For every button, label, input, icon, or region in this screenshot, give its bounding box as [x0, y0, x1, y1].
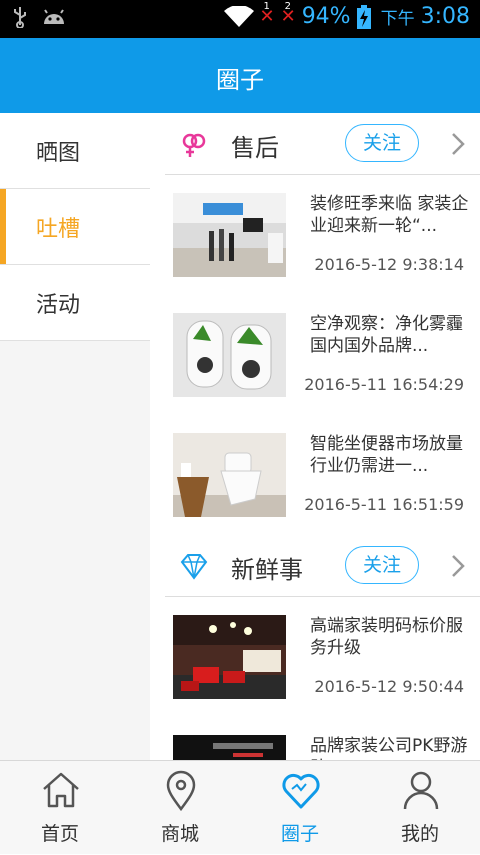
diamond-icon — [180, 554, 208, 580]
article-title: 品牌家装公司PK野游队 — [310, 736, 468, 760]
usb-icon — [14, 7, 26, 28]
category-sidebar: 晒图 吐槽 活动 — [0, 113, 150, 760]
article-time: 2016-5-11 16:54:29 — [304, 375, 464, 394]
section-title: 售后 — [231, 134, 279, 162]
article-item[interactable]: 高端家装明码标价服务升级 2016-5-12 9:50:44 — [150, 597, 480, 717]
article-title: 空净观察：净化雾霾国内国外品牌... — [310, 314, 463, 356]
article-item[interactable]: 空净观察：净化雾霾国内国外品牌... 2016-5-11 16:54:29 — [150, 295, 480, 415]
tab-label: 我的 — [400, 823, 439, 845]
sidebar-item-shaitu[interactable]: 晒图 — [0, 113, 150, 189]
gender-symbol-icon — [182, 133, 206, 157]
tab-mall[interactable]: 商城 — [120, 761, 240, 855]
article-title: 高端家装明码标价服务升级 — [310, 616, 463, 658]
article-title: 装修旺季来临 家装企业迎来新一轮“... — [310, 194, 469, 236]
sidebar-item-label: 活动 — [36, 292, 81, 318]
article-time: 2016-5-11 16:51:59 — [304, 495, 464, 514]
section-title: 新鲜事 — [231, 556, 303, 584]
heart-icon — [282, 773, 320, 809]
tab-circle[interactable]: 圈子 — [240, 761, 360, 855]
article-thumbnail — [173, 615, 286, 699]
article-item[interactable]: 品牌家装公司PK野游队 — [150, 717, 480, 760]
home-icon — [43, 772, 79, 808]
chevron-right-icon[interactable] — [450, 553, 466, 579]
status-bar: ✕ 1 ✕ 2 94% 下午 3:08 — [0, 0, 480, 38]
battery-percent: 94% — [301, 4, 351, 29]
page-title: 圈子 — [216, 66, 264, 94]
sim1-no-signal-icon: ✕ 1 — [259, 0, 275, 27]
follow-button[interactable]: 关注 — [345, 546, 419, 584]
location-pin-icon — [166, 770, 196, 811]
title-bar: 圈子 — [0, 38, 480, 113]
android-icon — [44, 9, 64, 24]
tab-label: 商城 — [160, 823, 199, 845]
clock: 3:08 — [420, 4, 470, 29]
chevron-right-icon[interactable] — [450, 131, 466, 157]
sidebar-item-label: 吐槽 — [36, 216, 81, 242]
tab-label: 圈子 — [280, 823, 319, 845]
follow-button[interactable]: 关注 — [345, 124, 419, 162]
tab-home[interactable]: 首页 — [0, 761, 120, 855]
section-header-xinxianshi: 新鲜事 关注 — [165, 535, 480, 597]
content-list[interactable]: 售后 关注 装修旺季来临 家装企业迎来新一轮“... 2016-5-12 9:3… — [150, 113, 480, 760]
article-title: 智能坐便器市场放量 行业仍需进一... — [310, 434, 463, 476]
article-item[interactable]: 装修旺季来临 家装企业迎来新一轮“... 2016-5-12 9:38:14 — [150, 175, 480, 295]
ampm: 下午 — [380, 9, 415, 29]
article-thumbnail — [173, 735, 286, 760]
article-time: 2016-5-12 9:38:14 — [314, 255, 464, 274]
tab-mine[interactable]: 我的 — [360, 761, 480, 855]
sidebar-item-huodong[interactable]: 活动 — [0, 265, 150, 341]
battery-charging-icon — [356, 4, 371, 29]
sidebar-item-tucao[interactable]: 吐槽 — [0, 189, 150, 265]
sidebar-item-label: 晒图 — [36, 140, 81, 166]
section-header-shouhou: 售后 关注 — [165, 113, 480, 175]
article-item[interactable]: 智能坐便器市场放量 行业仍需进一... 2016-5-11 16:51:59 — [150, 415, 480, 535]
tab-label: 首页 — [40, 823, 79, 845]
user-icon — [403, 771, 439, 810]
article-thumbnail — [173, 193, 286, 277]
article-thumbnail — [173, 313, 286, 397]
sim2-no-signal-icon: ✕ 2 — [280, 0, 296, 27]
wifi-icon — [223, 5, 254, 27]
bottom-tab-bar: 首页 商城 圈子 我的 — [0, 760, 480, 854]
article-thumbnail — [173, 433, 286, 517]
article-time: 2016-5-12 9:50:44 — [314, 677, 464, 696]
